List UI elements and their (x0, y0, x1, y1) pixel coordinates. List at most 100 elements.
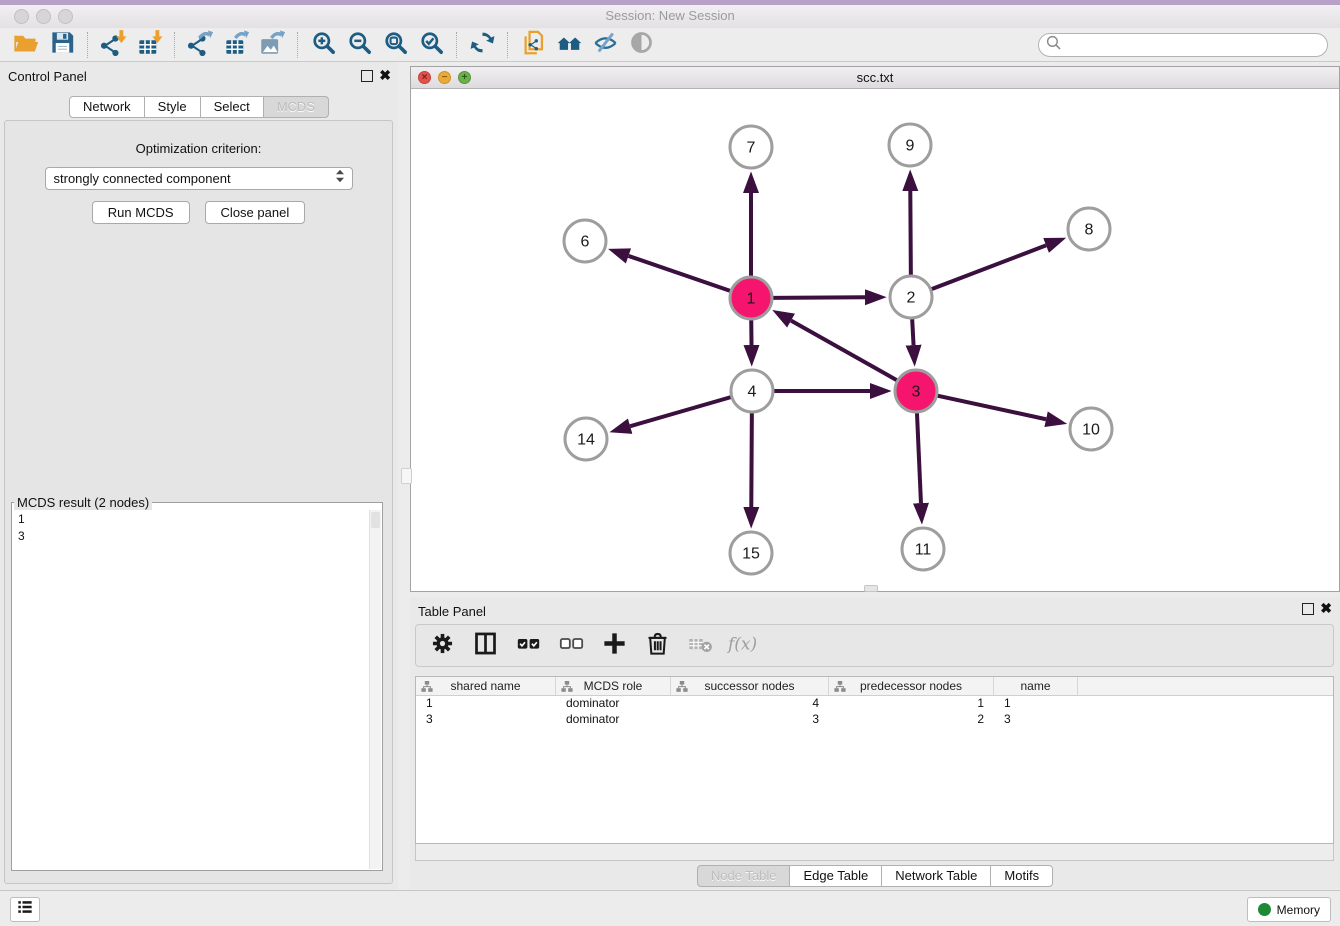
edge-4-14[interactable] (630, 397, 731, 426)
control-panel-float-icon[interactable] (361, 70, 373, 82)
table-body: 1dominator4113dominator323 (416, 696, 1333, 728)
tab-style[interactable]: Style (144, 96, 201, 118)
table-panel-title: Table Panel (418, 604, 486, 619)
cell-predecessor-nodes[interactable]: 1 (829, 696, 994, 712)
edge-4-15[interactable] (751, 413, 752, 507)
column-header-name[interactable]: name (994, 677, 1078, 695)
cell-successor-nodes[interactable]: 4 (671, 696, 829, 712)
hide-selected-button[interactable] (587, 30, 623, 60)
tab-edge-table[interactable]: Edge Table (789, 865, 882, 887)
apply-layout-button[interactable] (464, 30, 500, 60)
tab-mcds[interactable]: MCDS (263, 96, 329, 118)
mcds-result-title: MCDS result (2 nodes) (14, 495, 152, 510)
control-panel-close-icon[interactable]: ✖ (379, 67, 391, 83)
select-all-rows-button[interactable] (514, 632, 542, 660)
show-hidden-button[interactable] (623, 30, 659, 60)
toolbar-separator (456, 32, 457, 58)
tab-network-table[interactable]: Network Table (881, 865, 991, 887)
node-label-10: 10 (1082, 422, 1100, 439)
edge-3-1[interactable] (791, 321, 897, 381)
tab-select[interactable]: Select (200, 96, 264, 118)
vertical-split-handle[interactable] (401, 468, 412, 484)
save-session-button[interactable] (44, 30, 80, 60)
cell-shared-name[interactable]: 3 (416, 712, 556, 728)
toolbar-separator (507, 32, 508, 58)
search-input[interactable] (1062, 35, 1323, 55)
column-header-shared-name[interactable]: shared name (416, 677, 556, 695)
deselect-all-rows-icon (558, 630, 585, 662)
tab-network[interactable]: Network (69, 96, 145, 118)
cell-successor-nodes[interactable]: 3 (671, 712, 829, 728)
delete-table-icon (687, 630, 714, 662)
zoom-in-button[interactable] (305, 30, 341, 60)
app-window: Session: New Session Control Panel ✖ Net… (0, 0, 1340, 926)
node-label-4: 4 (748, 384, 757, 401)
edge-2-8[interactable] (932, 245, 1046, 289)
show-all-networks-icon (556, 29, 583, 61)
table-panel-header: Table Panel ✖ (410, 597, 1340, 621)
table-settings-button[interactable] (428, 632, 456, 660)
zoom-fit-button[interactable] (377, 30, 413, 60)
cell-name[interactable]: 1 (994, 696, 1078, 712)
criterion-select[interactable]: strongly connected component (45, 167, 353, 190)
cell-shared-name[interactable]: 1 (416, 696, 556, 712)
zoom-fit-icon (382, 29, 409, 61)
table-panel-float-icon[interactable] (1302, 603, 1314, 615)
import-table-button[interactable] (131, 30, 167, 60)
export-image-icon (259, 29, 286, 61)
import-table-icon (136, 29, 163, 61)
node-label-3: 3 (912, 384, 921, 401)
status-bar: Memory (0, 890, 1340, 926)
column-header-predecessor-nodes[interactable]: predecessor nodes (829, 677, 994, 695)
edge-2-3[interactable] (912, 319, 913, 345)
edge-3-11[interactable] (917, 413, 921, 503)
close-panel-button[interactable]: Close panel (205, 201, 306, 224)
network-canvas[interactable]: 7968124314101511 (411, 89, 1339, 591)
toggle-columns-icon (472, 630, 499, 662)
table-panel-close-icon[interactable]: ✖ (1320, 600, 1332, 616)
network-window-title: scc.txt (411, 70, 1339, 85)
cell-MCDS-role[interactable]: dominator (556, 712, 671, 728)
edge-1-6[interactable] (629, 256, 731, 291)
export-image-button[interactable] (254, 30, 290, 60)
deselect-all-rows-button[interactable] (557, 632, 585, 660)
memory-button[interactable]: Memory (1247, 897, 1331, 922)
delete-column-button[interactable] (643, 632, 671, 660)
zoom-selected-button[interactable] (413, 30, 449, 60)
import-network-button[interactable] (95, 30, 131, 60)
duplicate-network-button[interactable] (515, 30, 551, 60)
column-header-successor-nodes[interactable]: successor nodes (671, 677, 829, 695)
column-header-MCDS-role[interactable]: MCDS role (556, 677, 671, 695)
control-panel-title: Control Panel (8, 69, 87, 84)
cell-name[interactable]: 3 (994, 712, 1078, 728)
search-field[interactable] (1038, 33, 1328, 57)
tab-node-table[interactable]: Node Table (697, 865, 791, 887)
node-label-8: 8 (1085, 222, 1094, 239)
table-hscrollbar[interactable] (415, 844, 1334, 861)
toggle-columns-button[interactable] (471, 632, 499, 660)
hide-selected-icon (592, 29, 619, 61)
cell-predecessor-nodes[interactable]: 2 (829, 712, 994, 728)
attribute-icon (676, 680, 688, 696)
table-row[interactable]: 1dominator411 (416, 696, 1333, 712)
edge-1-2[interactable] (773, 297, 865, 298)
edge-2-9[interactable] (910, 191, 911, 275)
mcds-result-list: 1 3 (12, 510, 382, 546)
open-session-button[interactable] (8, 30, 44, 60)
tab-motifs[interactable]: Motifs (990, 865, 1053, 887)
result-scrollbar[interactable] (369, 510, 381, 869)
open-session-icon (13, 29, 40, 61)
edge-3-10[interactable] (937, 396, 1046, 420)
table-toolbar: f(x) (415, 624, 1334, 667)
show-all-networks-button[interactable] (551, 30, 587, 60)
task-history-button[interactable] (10, 897, 40, 922)
export-table-button[interactable] (218, 30, 254, 60)
node-table: shared nameMCDS rolesuccessor nodesprede… (415, 676, 1334, 844)
table-row[interactable]: 3dominator323 (416, 712, 1333, 728)
cell-MCDS-role[interactable]: dominator (556, 696, 671, 712)
export-network-button[interactable] (182, 30, 218, 60)
add-column-button[interactable] (600, 632, 628, 660)
run-mcds-button[interactable]: Run MCDS (92, 201, 190, 224)
horizontal-split-handle[interactable] (864, 585, 878, 592)
zoom-out-button[interactable] (341, 30, 377, 60)
